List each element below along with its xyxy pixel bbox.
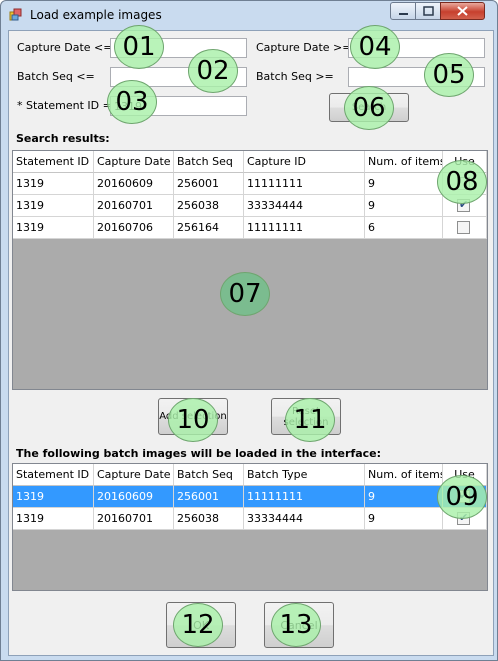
column-header[interactable]: Capture Date xyxy=(94,151,174,173)
table-cell: 33334444 xyxy=(244,508,365,530)
search-results-heading: Search results: xyxy=(16,132,110,145)
loaded-batches-grid[interactable]: Statement ID Capture Date Batch Seq Batc… xyxy=(12,463,488,591)
table-cell: 1319 xyxy=(13,508,94,530)
callout-01: 01 xyxy=(114,25,164,69)
callout-11: 11 xyxy=(285,398,335,442)
table-cell: 20160609 xyxy=(94,486,174,508)
table-cell: 9 xyxy=(365,486,443,508)
app-icon xyxy=(9,8,22,21)
table-cell: 1319 xyxy=(13,195,94,217)
table-cell: 20160706 xyxy=(94,217,174,239)
column-header[interactable]: Batch Seq xyxy=(174,151,244,173)
callout-09: 09 xyxy=(437,475,487,519)
use-checkbox[interactable] xyxy=(457,221,470,234)
table-cell: 256038 xyxy=(174,508,244,530)
title-bar[interactable]: Load example images xyxy=(1,1,497,31)
maximize-button[interactable] xyxy=(415,2,441,20)
table-cell: 11111111 xyxy=(244,486,365,508)
loaded-batches-heading: The following batch images will be loade… xyxy=(16,447,382,460)
table-cell: 20160701 xyxy=(94,195,174,217)
table-cell: 9 xyxy=(365,195,443,217)
table-cell: 20160609 xyxy=(94,173,174,195)
statement-id-label: * Statement ID = xyxy=(17,99,112,112)
table-cell: 256164 xyxy=(174,217,244,239)
table-cell: 33334444 xyxy=(244,195,365,217)
callout-10: 10 xyxy=(168,398,218,442)
dialog-window: Load example images Capture Date <= Capt… xyxy=(0,0,498,661)
table-cell: 9 xyxy=(365,173,443,195)
table-cell: 6 xyxy=(365,217,443,239)
search-results-grid[interactable]: Statement ID Capture Date Batch Seq Capt… xyxy=(12,150,488,390)
capture-date-from-label: Capture Date <= xyxy=(17,41,113,54)
column-header[interactable]: Batch Seq xyxy=(174,464,244,486)
callout-04: 04 xyxy=(350,25,400,69)
table-cell: 1319 xyxy=(13,217,94,239)
table-cell: 1319 xyxy=(13,173,94,195)
callout-13: 13 xyxy=(271,603,321,647)
close-button[interactable] xyxy=(440,2,485,20)
column-header[interactable]: Statement ID xyxy=(13,464,94,486)
close-icon xyxy=(457,6,468,16)
table-cell: 256001 xyxy=(174,486,244,508)
callout-07: 07 xyxy=(220,272,270,316)
table-cell: 1319 xyxy=(13,486,94,508)
maximize-icon xyxy=(423,6,434,16)
callout-06: 06 xyxy=(344,86,394,130)
callout-02: 02 xyxy=(188,49,238,93)
column-header[interactable]: Num. of items xyxy=(365,151,443,173)
table-cell: 256038 xyxy=(174,195,244,217)
use-cell xyxy=(443,217,487,239)
column-header[interactable]: Statement ID xyxy=(13,151,94,173)
callout-12: 12 xyxy=(173,603,223,647)
batch-seq-from-label: Batch Seq <= xyxy=(17,70,95,83)
capture-date-to-label: Capture Date >= xyxy=(256,41,352,54)
column-header[interactable]: Batch Type xyxy=(244,464,365,486)
callout-05: 05 xyxy=(424,53,474,97)
table-cell: 11111111 xyxy=(244,173,365,195)
column-header[interactable]: Capture Date xyxy=(94,464,174,486)
table-cell: 11111111 xyxy=(244,217,365,239)
dialog-body: Capture Date <= Capture Date >= Batch Se… xyxy=(8,30,494,656)
minimize-button[interactable] xyxy=(390,2,416,20)
minimize-icon xyxy=(399,13,408,15)
table-cell: 256001 xyxy=(174,173,244,195)
column-header[interactable]: Capture ID xyxy=(244,151,365,173)
table-cell: 9 xyxy=(365,508,443,530)
callout-03: 03 xyxy=(107,80,157,124)
batch-seq-to-label: Batch Seq >= xyxy=(256,70,334,83)
column-header[interactable]: Num. of items xyxy=(365,464,443,486)
callout-08: 08 xyxy=(437,160,487,204)
table-cell: 20160701 xyxy=(94,508,174,530)
window-title: Load example images xyxy=(30,8,162,22)
